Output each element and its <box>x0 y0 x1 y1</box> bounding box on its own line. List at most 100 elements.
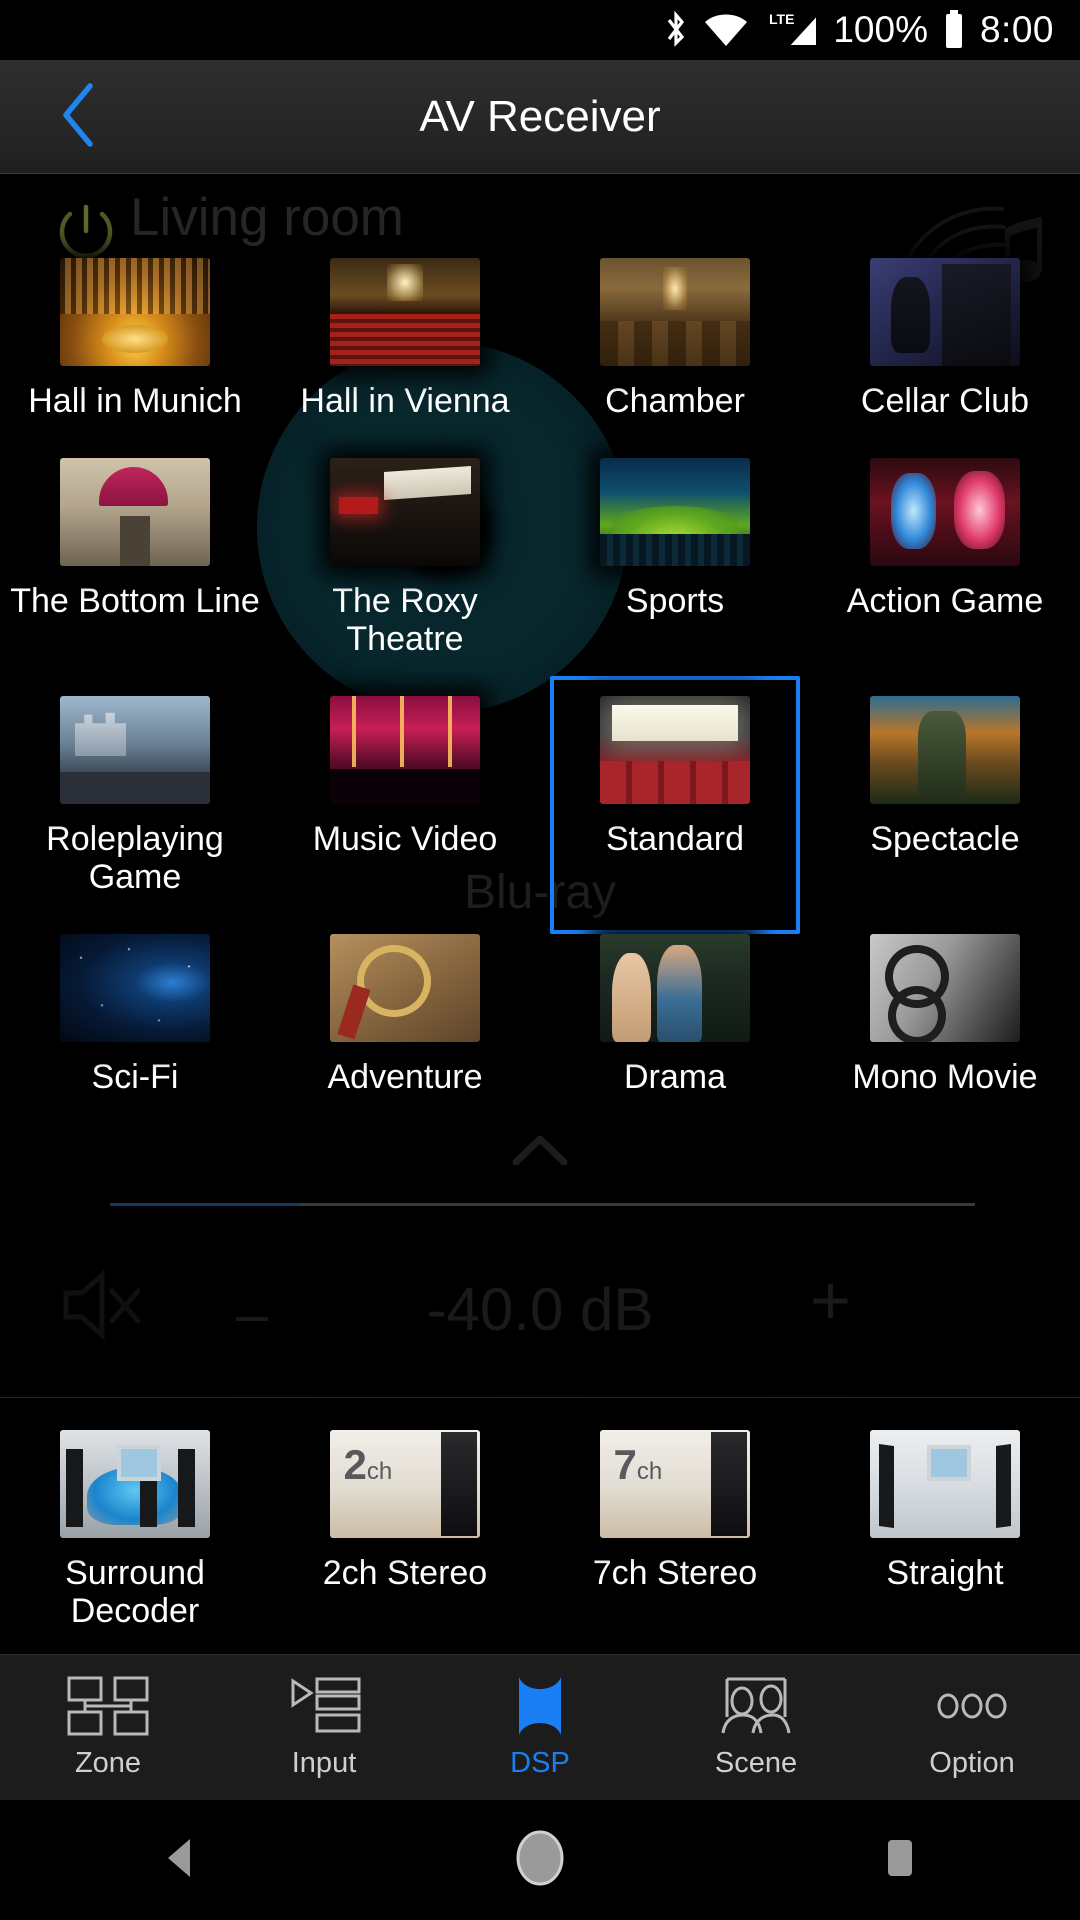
dsp-item-label: Cellar Club <box>860 382 1030 420</box>
dsp-thumbnail <box>600 696 750 804</box>
dsp-thumbnail <box>870 696 1020 804</box>
dsp-item-standard[interactable]: Standard <box>540 676 810 934</box>
android-home-icon <box>514 1829 566 1892</box>
wifi-icon <box>703 11 749 49</box>
dsp-item-chamber[interactable]: Chamber <box>540 248 810 420</box>
dsp-item-label: 2ch Stereo <box>322 1554 488 1592</box>
tab-label: Scene <box>714 1747 798 1779</box>
dsp-item-mono-movie[interactable]: Mono Movie <box>810 924 1080 1096</box>
channel-badge: 2ch <box>343 1440 393 1488</box>
dsp-item-label: Hall in Vienna <box>300 382 510 420</box>
dsp-item-label: Action Game <box>846 582 1044 620</box>
dsp-row: Surround Decoder 2ch 2ch Stereo 7ch 7ch … <box>0 1420 1080 1630</box>
dsp-item-sports[interactable]: Sports <box>540 448 810 658</box>
dsp-thumbnail <box>870 1430 1020 1538</box>
dsp-thumbnail <box>330 458 480 566</box>
dsp-thumbnail <box>330 258 480 366</box>
tab-option[interactable]: Option <box>864 1655 1080 1800</box>
dsp-item-hall-in-vienna[interactable]: Hall in Vienna <box>270 248 540 420</box>
dsp-item-sci-fi[interactable]: Sci-Fi <box>0 924 270 1096</box>
battery-percent-label: 100% <box>833 9 928 50</box>
android-nav-bar <box>0 1800 1080 1920</box>
cellular-signal-icon: LTE <box>763 10 819 50</box>
volume-slider[interactable] <box>110 1203 975 1206</box>
dsp-decoder-row-group: Surround Decoder 2ch 2ch Stereo 7ch 7ch … <box>0 1420 1080 1630</box>
dsp-row: Sci-Fi Adventure Drama Mono Movie <box>0 924 1080 1096</box>
dsp-item-label: Adventure <box>327 1058 483 1096</box>
dsp-item-label: Chamber <box>605 382 745 420</box>
tab-label: Option <box>929 1747 1015 1779</box>
dsp-item-label: The Roxy Theatre <box>332 582 478 658</box>
dsp-item-2ch-stereo[interactable]: 2ch 2ch Stereo <box>270 1420 540 1630</box>
android-back-icon <box>160 1835 200 1886</box>
dsp-curve-icon <box>497 1675 583 1737</box>
dsp-row: Hall in Munich Hall in Vienna Chamber Ce… <box>0 248 1080 420</box>
option-dots-icon <box>929 1675 1015 1737</box>
dsp-item-label: Music Video <box>312 820 498 858</box>
page-title: AV Receiver <box>419 92 661 141</box>
tab-label: DSP <box>510 1747 570 1779</box>
dsp-thumbnail <box>870 458 1020 566</box>
dsp-item-adventure[interactable]: Adventure <box>270 924 540 1096</box>
dsp-thumbnail <box>330 696 480 804</box>
dsp-item-spectacle[interactable]: Spectacle <box>810 686 1080 896</box>
dsp-item-label: Sci-Fi <box>91 1058 179 1096</box>
dsp-item-music-video[interactable]: Music Video <box>270 686 540 896</box>
dsp-thumbnail <box>870 934 1020 1042</box>
zone-grid-icon <box>65 1675 151 1737</box>
dsp-item-drama[interactable]: Drama <box>540 924 810 1096</box>
android-recents-button[interactable] <box>720 1800 1080 1920</box>
dsp-item-straight[interactable]: Straight <box>810 1420 1080 1630</box>
tab-input[interactable]: Input <box>216 1655 432 1800</box>
tab-dsp[interactable]: DSP <box>432 1655 648 1800</box>
dsp-thumbnail: 7ch <box>600 1430 750 1538</box>
chevron-up-icon[interactable] <box>510 1130 570 1175</box>
dsp-thumbnail <box>870 258 1020 366</box>
volume-value-label: -40.0 dB <box>426 1276 654 1343</box>
android-back-button[interactable] <box>0 1800 360 1920</box>
section-divider <box>0 1397 1080 1398</box>
bottom-tab-bar: Zone Input DSP Scene Option <box>0 1654 1080 1800</box>
dsp-item-label: Drama <box>623 1058 727 1096</box>
dsp-row: Roleplaying Game Music Video Standard Sp… <box>0 676 1080 934</box>
dsp-item-7ch-stereo[interactable]: 7ch 7ch Stereo <box>540 1420 810 1630</box>
dsp-thumbnail <box>60 696 210 804</box>
dsp-item-surround-decoder[interactable]: Surround Decoder <box>0 1420 270 1630</box>
battery-full-icon <box>942 8 966 52</box>
dsp-item-label: Standard <box>606 820 744 858</box>
dsp-thumbnail <box>600 458 750 566</box>
dsp-item-label: The Bottom Line <box>10 582 260 620</box>
scene-people-icon <box>713 1675 799 1737</box>
status-bar: LTE 100% 8:00 <box>0 0 1080 60</box>
bluetooth-icon <box>663 10 689 50</box>
dsp-item-hall-in-munich[interactable]: Hall in Munich <box>0 248 270 420</box>
dsp-thumbnail <box>600 258 750 366</box>
dsp-item-cellar-club[interactable]: Cellar Club <box>810 248 1080 420</box>
dsp-item-label: 7ch Stereo <box>592 1554 758 1592</box>
volume-up-button[interactable]: + <box>810 1265 851 1335</box>
room-name-label: Living room <box>130 188 404 247</box>
dsp-item-label: Hall in Munich <box>28 382 242 420</box>
dsp-thumbnail: 2ch <box>330 1430 480 1538</box>
clock-label: 8:00 <box>979 9 1054 50</box>
android-home-button[interactable] <box>360 1800 720 1920</box>
dsp-item-label: Spectacle <box>870 820 1020 858</box>
android-recents-icon <box>883 1837 917 1884</box>
dsp-item-label: Mono Movie <box>852 1058 1038 1096</box>
channel-badge: 7ch <box>613 1440 663 1488</box>
dsp-thumbnail <box>60 934 210 1042</box>
dsp-item-label: Surround Decoder <box>65 1554 205 1630</box>
dsp-item-the-bottom-line[interactable]: The Bottom Line <box>0 448 270 658</box>
dsp-item-action-game[interactable]: Action Game <box>810 448 1080 658</box>
dsp-thumbnail <box>60 1430 210 1538</box>
dsp-thumbnail <box>600 934 750 1042</box>
svg-text:LTE: LTE <box>769 11 794 27</box>
dsp-thumbnail <box>60 258 210 366</box>
tab-zone[interactable]: Zone <box>0 1655 216 1800</box>
tab-scene[interactable]: Scene <box>648 1655 864 1800</box>
dsp-program-grid: Hall in Munich Hall in Vienna Chamber Ce… <box>0 248 1080 1096</box>
app-screen: LTE 100% 8:00 AV Receiver Living room Bl… <box>0 0 1080 1920</box>
dsp-item-roleplaying-game[interactable]: Roleplaying Game <box>0 686 270 896</box>
dsp-item-label: Roleplaying Game <box>46 820 224 896</box>
dsp-item-the-roxy-theatre[interactable]: The Roxy Theatre <box>270 448 540 658</box>
